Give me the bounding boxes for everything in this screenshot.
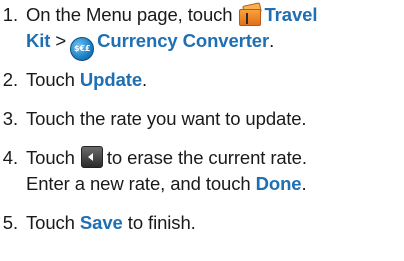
step-number: 2.	[2, 69, 18, 90]
button-name-save: Save	[79, 212, 123, 233]
step-text: Touch Update.	[26, 69, 148, 90]
step-number: 1.	[2, 4, 18, 25]
currency-converter-icon: $€£	[70, 37, 95, 61]
menu-item-kit: Kit	[26, 30, 51, 51]
step-number: 5.	[2, 212, 18, 233]
instruction-steps: 1. On the Menu page, touch Travel Kit > $€…	[0, 0, 404, 261]
step-text: Touch to erase the current rate. Enter a …	[26, 146, 307, 194]
menu-item-travel: Travel	[264, 4, 318, 25]
button-name-done: Done	[255, 173, 302, 194]
step-number: 3.	[2, 108, 18, 129]
step-number: 4.	[2, 147, 18, 168]
menu-item-currency-converter: Currency Converter	[97, 30, 270, 51]
step-text: Touch Save to finish.	[26, 212, 196, 233]
button-name-update: Update	[79, 69, 143, 90]
step-text: Touch the rate you want to update.	[26, 108, 307, 129]
step-text: On the Menu page, touch Travel Kit > $€£ Cu…	[26, 2, 317, 61]
step-instruction: On the Menu page, touch	[26, 4, 233, 25]
step-end: .	[269, 30, 275, 51]
step-instruction: Touch	[26, 212, 75, 233]
back-arrow-icon	[80, 146, 103, 168]
breadcrumb-separator: >	[55, 30, 67, 51]
step-instruction: Touch	[26, 69, 75, 90]
step-instruction: Touch	[26, 147, 75, 168]
travel-kit-suitcase-icon	[237, 2, 263, 26]
